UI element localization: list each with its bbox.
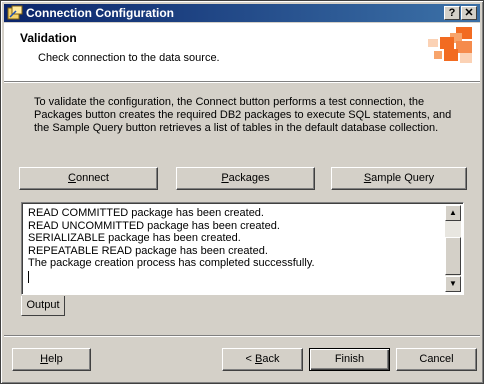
text-caret bbox=[28, 270, 29, 283]
connect-label: onnect bbox=[75, 172, 109, 184]
footer-divider bbox=[4, 335, 480, 337]
header-divider bbox=[4, 81, 480, 83]
finish-button[interactable]: Finish bbox=[309, 348, 390, 371]
output-scrollbar[interactable]: ▲ ▼ bbox=[445, 205, 461, 292]
tab-output[interactable]: Output bbox=[21, 296, 65, 316]
sample-query-button[interactable]: Sample Query bbox=[331, 167, 467, 190]
description-text: To validate the configuration, the Conne… bbox=[34, 96, 452, 134]
back-button[interactable]: < Back bbox=[222, 348, 303, 371]
scroll-up-icon[interactable]: ▲ bbox=[445, 205, 461, 221]
output-textarea[interactable]: READ COMMITTED package has been created.… bbox=[21, 202, 464, 295]
output-line: REPEATABLE READ package has been created… bbox=[28, 244, 268, 257]
scroll-thumb[interactable] bbox=[445, 237, 461, 275]
packages-label: ackages bbox=[228, 172, 270, 184]
output-line: READ COMMITTED package has been created. bbox=[28, 207, 264, 219]
output-line: The package creation process has complet… bbox=[28, 257, 315, 270]
packages-button[interactable]: Packages bbox=[176, 167, 315, 190]
connection-configuration-dialog: Connection Configuration ? ✕ Validation … bbox=[0, 0, 484, 384]
title-bar[interactable]: Connection Configuration ? ✕ bbox=[4, 4, 480, 22]
page-title: Validation bbox=[20, 31, 77, 45]
cancel-button[interactable]: Cancel bbox=[396, 348, 477, 371]
help-title-button[interactable]: ? bbox=[444, 6, 460, 20]
wizard-header: Validation Check connection to the data … bbox=[4, 23, 480, 81]
connect-button[interactable]: Connect bbox=[19, 167, 158, 190]
help-label: elp bbox=[48, 353, 63, 365]
window-title: Connection Configuration bbox=[26, 6, 174, 20]
help-button[interactable]: Help bbox=[12, 348, 91, 371]
help-label-access-key: H bbox=[40, 353, 49, 365]
connect-label-access-key: C bbox=[68, 172, 76, 184]
back-label-pre: < bbox=[245, 353, 255, 365]
scroll-down-icon[interactable]: ▼ bbox=[445, 276, 461, 292]
wizard-logo-icon bbox=[428, 27, 472, 63]
back-label: ack bbox=[262, 353, 280, 365]
page-subtitle: Check connection to the data source. bbox=[38, 52, 220, 64]
output-line: SERIALIZABLE package has been created. bbox=[28, 232, 241, 245]
close-button[interactable]: ✕ bbox=[461, 6, 477, 20]
app-icon bbox=[7, 5, 23, 20]
packages-label-access-key: P bbox=[221, 172, 229, 184]
output-line: READ UNCOMMITTED package has been create… bbox=[28, 219, 280, 232]
output-log: READ COMMITTED package has been created.… bbox=[28, 207, 446, 283]
sample-query-label: ample Query bbox=[371, 172, 435, 184]
